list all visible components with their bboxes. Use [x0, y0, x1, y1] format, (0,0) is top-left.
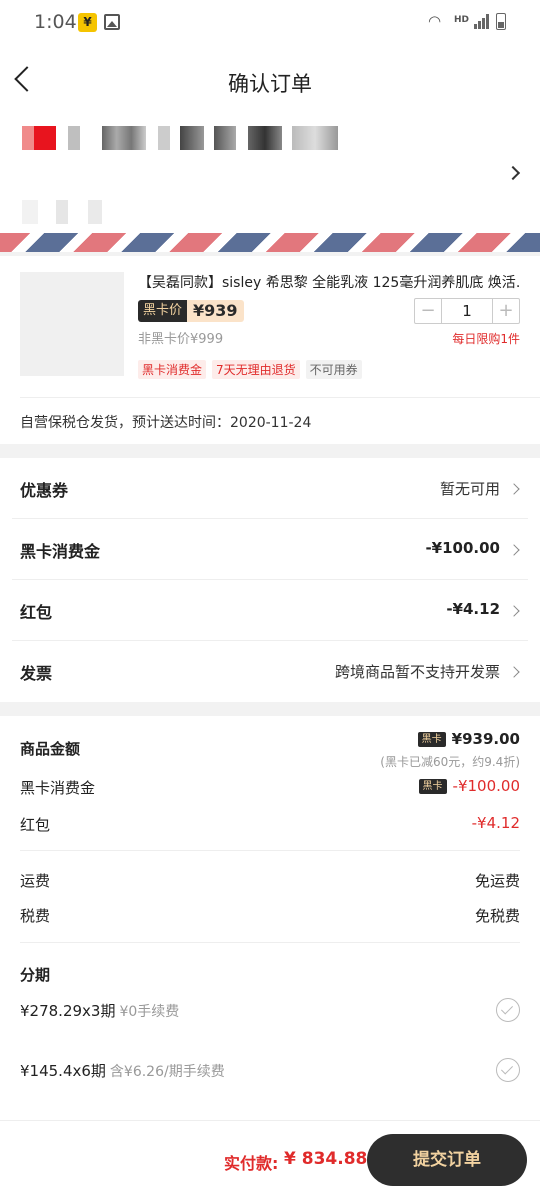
non-black-price: 非黑卡价¥999 [138, 332, 224, 347]
coupon-value: 暂无可用 [439, 480, 500, 498]
increase-button[interactable]: + [493, 299, 519, 323]
coupon-label: 优惠券 [20, 481, 69, 500]
discount-note: (黑卡已减60元，约9.4折) [380, 755, 520, 769]
wifi-icon: ◠ [428, 12, 442, 30]
battery-icon [496, 13, 506, 30]
checkout-bar: 实付款: ¥ 834.88 提交订单 [0, 1120, 540, 1200]
freight-label: 运费 [20, 872, 51, 890]
red-packet-label: 红包 [20, 603, 53, 622]
tax-label: 税费 [20, 907, 51, 925]
shipping-info: 自营保税仓发货，预计送达时间：2020-11-24 [20, 415, 312, 431]
black-card-price: ¥939 [187, 300, 244, 322]
divider [20, 850, 520, 851]
divider [20, 397, 540, 398]
red-packet-row[interactable]: 红包 -¥4.12 [0, 580, 540, 641]
nav-bar: 确认订单 [0, 44, 540, 116]
invoice-label: 发票 [20, 664, 53, 683]
divider [20, 942, 520, 943]
installment-plan-amount: ¥278.29x3期 [20, 1002, 116, 1020]
black-card-price-tag: 黑卡价 ¥939 [138, 300, 244, 322]
price-summary: 商品金额 黑卡 ¥939.00 (黑卡已减60元，约9.4折) 黑卡消费金 黑卡 -… [0, 716, 540, 1120]
tax-value: 免税费 [474, 907, 520, 925]
black-card-credit-value: -¥100.00 [425, 539, 500, 557]
invoice-row[interactable]: 发票 跨境商品暂不支持开发票 [0, 641, 540, 702]
black-card-credit-row[interactable]: 黑卡消费金 -¥100.00 [0, 519, 540, 580]
installment-title: 分期 [20, 966, 51, 984]
coupon-row[interactable]: 优惠券 暂无可用 [0, 458, 540, 519]
black-card-credit-label: 黑卡消费金 [20, 542, 101, 561]
network-type: HD [454, 15, 470, 25]
product-tags: 黑卡消费金 7天无理由退货 不可用券 [138, 360, 362, 379]
black-card-badge: 黑卡 [418, 779, 447, 794]
red-packet-value: -¥4.12 [446, 600, 500, 618]
installment-fee: 含¥6.26/期手续费 [109, 1064, 225, 1080]
black-card-label: 黑卡价 [138, 300, 188, 322]
envelope-border [0, 226, 540, 252]
yen-app-icon: ¥ [78, 13, 97, 32]
freight-value: 免运费 [474, 872, 520, 890]
product-image[interactable] [20, 272, 124, 376]
status-bar: 1:04 ¥ ◠ HD [0, 0, 540, 44]
status-time: 1:04 [34, 11, 77, 33]
product-name[interactable]: 【吴磊同款】sisley 希思黎 全能乳液 125毫升润养肌底 焕活… [138, 272, 520, 292]
goods-amount-label: 商品金额 [20, 740, 81, 758]
black-card-credit-summary-value: 黑卡 -¥100.00 [418, 777, 520, 795]
black-card-credit-summary-label: 黑卡消费金 [20, 779, 96, 797]
installment-plan: ¥278.29x3期 ¥0手续费 [20, 1000, 179, 1021]
goods-amount: ¥939.00 [451, 730, 520, 748]
credit-amount: -¥100.00 [452, 777, 520, 795]
red-packet-summary-value: -¥4.12 [471, 814, 520, 832]
decrease-button[interactable]: − [415, 299, 441, 323]
tag-no-coupon: 不可用券 [305, 360, 362, 379]
product-card: 【吴磊同款】sisley 希思黎 全能乳液 125毫升润养肌底 焕活… 黑卡价 … [0, 256, 540, 444]
invoice-value: 跨境商品暂不支持开发票 [334, 663, 500, 681]
purchase-limit: 每日限购1件 [452, 332, 520, 346]
total-value: ¥ 834.88 [284, 1149, 368, 1169]
image-notification-icon [104, 14, 120, 30]
tag-black-card-credit: 黑卡消费金 [138, 360, 207, 379]
check-circle-icon[interactable] [496, 998, 520, 1022]
address-card[interactable] [0, 116, 540, 252]
signal-icon [474, 13, 490, 29]
address-chevron-right-icon [505, 165, 521, 181]
chevron-right-icon [508, 544, 520, 556]
chevron-right-icon [508, 605, 520, 617]
installment-fee: ¥0手续费 [119, 1004, 180, 1020]
page-title: 确认订单 [228, 72, 312, 96]
total-label: 实付款: [224, 1154, 279, 1173]
red-packet-summary-label: 红包 [20, 816, 51, 834]
quantity-stepper: − 1 + [414, 298, 520, 324]
black-card-badge: 黑卡 [417, 732, 446, 747]
installment-plan-amount: ¥145.4x6期 [20, 1062, 106, 1080]
goods-amount-value: 黑卡 ¥939.00 [417, 730, 520, 748]
tag-return-policy: 7天无理由退货 [212, 360, 300, 379]
submit-order-button[interactable]: 提交订单 [367, 1134, 527, 1186]
quantity-value[interactable]: 1 [441, 299, 493, 323]
chevron-right-icon [508, 483, 520, 495]
check-circle-icon[interactable] [496, 1058, 520, 1082]
order-options: 优惠券 暂无可用 黑卡消费金 -¥100.00 红包 -¥4.12 发票 跨境商… [0, 458, 540, 702]
installment-plan: ¥145.4x6期 含¥6.26/期手续费 [20, 1060, 225, 1081]
chevron-right-icon [508, 666, 520, 678]
